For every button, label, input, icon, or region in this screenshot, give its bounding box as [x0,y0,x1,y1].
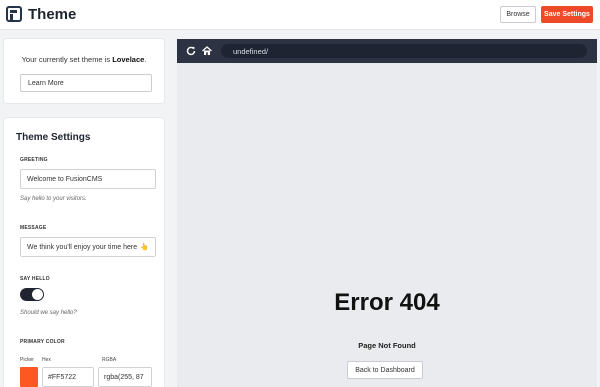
greeting-help: Say hello to your visitors. [20,196,87,202]
say-hello-help: Should we say hello? [20,310,77,316]
say-hello-label: SAY HELLO [20,276,50,282]
theme-settings-card: Theme Settings GREETING Welcome to Fusio… [4,118,164,387]
save-settings-button[interactable]: Save Settings [541,6,593,23]
error-subtitle: Page Not Found [358,341,416,350]
picker-label: Picker [20,357,34,363]
theme-preview: undefined/ Error 404 Page Not Found Back… [177,39,597,387]
current-theme-card: Your currently set theme is Lovelace. Le… [4,39,164,103]
toggle-knob [32,289,43,300]
say-hello-toggle[interactable] [20,288,44,301]
greeting-label: GREETING [20,157,48,163]
settings-title: Theme Settings [16,132,91,143]
current-theme-name: Lovelace [112,55,145,64]
pointing-hand-icon: 👆 [140,244,149,251]
current-theme-text: Your currently set theme is Lovelace. [4,55,164,64]
fusioncms-logo-icon [6,6,22,22]
error-title: Error 404 [334,289,440,316]
page-title: Theme [28,6,77,23]
learn-more-button[interactable]: Learn More [20,74,152,92]
message-value: We think you'll enjoy your time here [27,243,138,251]
primary-color-label: PRIMARY COLOR [20,339,65,345]
home-icon[interactable] [201,45,213,57]
greeting-input[interactable]: Welcome to FusionCMS [20,169,156,189]
current-theme-prefix: Your currently set theme is [21,55,113,64]
message-label: MESSAGE [20,225,47,231]
hex-input[interactable]: #FF5722 [42,367,94,387]
top-bar: Theme Browse Save Settings [0,0,600,30]
rgba-input[interactable]: rgba(255, 87 [98,367,152,387]
browse-button[interactable]: Browse [500,6,536,23]
message-input[interactable]: We think you'll enjoy your time here 👆 [20,237,156,257]
back-to-dashboard-button[interactable]: Back to Dashboard [347,361,423,379]
color-picker-swatch[interactable] [20,367,38,387]
browser-toolbar: undefined/ [177,39,597,63]
current-theme-suffix: . [144,55,147,64]
reload-icon[interactable] [185,45,197,57]
rgba-label: RGBA [102,357,117,363]
url-bar[interactable]: undefined/ [221,44,587,58]
hex-label: Hex [42,357,51,363]
